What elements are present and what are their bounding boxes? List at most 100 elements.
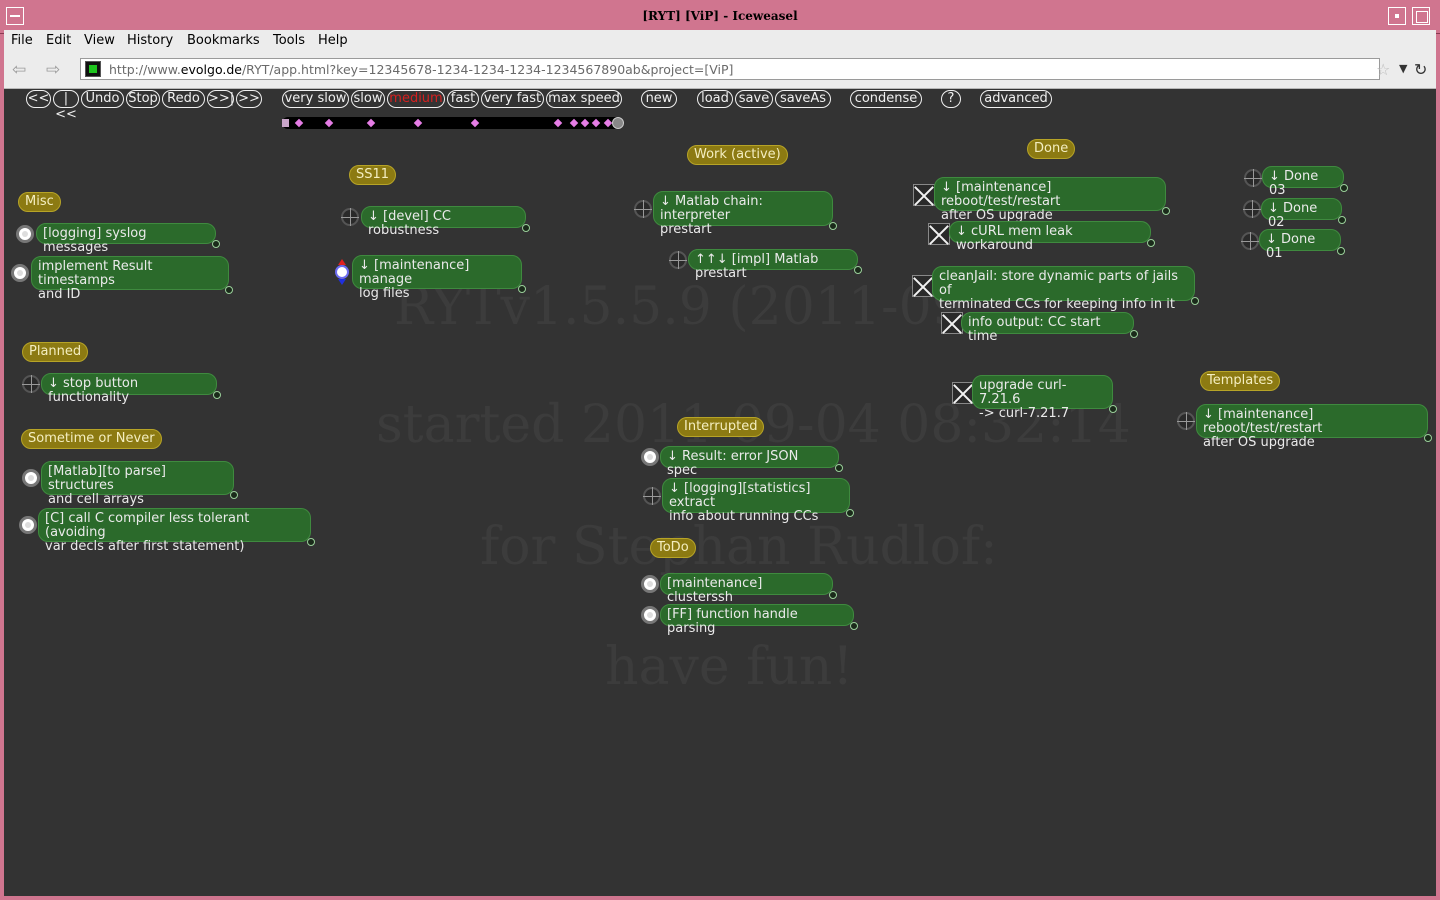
node-manage-log-files[interactable]: ↓ [maintenance] manage log files <box>352 255 526 301</box>
back-step-button[interactable]: |<< <box>53 90 79 122</box>
node-cleanjail[interactable]: cleanJail: store dynamic parts of jails … <box>932 266 1199 312</box>
node-handle[interactable] <box>225 286 233 294</box>
target-icon[interactable] <box>1243 200 1261 218</box>
menu-history[interactable]: History <box>127 33 173 48</box>
target-icon[interactable] <box>643 487 661 505</box>
node-handle[interactable] <box>829 222 837 230</box>
redo-button[interactable]: Redo <box>162 90 205 108</box>
node-cc-robustness[interactable]: ↓ [devel] CC robustness <box>361 206 530 238</box>
node-done-reboot-test[interactable]: ↓ [maintenance] reboot/test/restart afte… <box>934 177 1170 223</box>
node-info-output[interactable]: info output: CC start time <box>961 312 1138 344</box>
menu-edit[interactable]: Edit <box>46 33 71 48</box>
speed-slow-button[interactable]: slow <box>351 90 385 108</box>
target-icon[interactable] <box>22 375 40 393</box>
target-icon[interactable] <box>1177 412 1195 430</box>
state-open-icon[interactable] <box>641 448 659 466</box>
site-identity-icon[interactable] <box>85 61 101 77</box>
node-done-01[interactable]: ↓ Done 01 <box>1259 229 1345 261</box>
node-logging-statistics[interactable]: ↓ [logging][statistics] extract info abo… <box>662 478 854 524</box>
node-handle[interactable] <box>1340 184 1348 192</box>
node-clusterssh[interactable]: [maintenance] clusterssh <box>660 573 837 605</box>
node-done-02[interactable]: ↓ Done 02 <box>1261 198 1346 230</box>
node-handle[interactable] <box>835 464 843 472</box>
state-open-icon[interactable] <box>16 225 34 243</box>
url-text[interactable]: http://www.evolgo.de/RYT/app.html?key=12… <box>109 62 733 77</box>
menu-bookmarks[interactable]: Bookmarks <box>187 33 260 48</box>
group-interrupted[interactable]: Interrupted <box>677 417 765 437</box>
group-todo[interactable]: ToDo <box>650 538 696 558</box>
timeline-end-marker[interactable] <box>612 117 624 129</box>
target-icon[interactable] <box>669 251 687 269</box>
node-handle[interactable] <box>850 622 858 630</box>
target-icon[interactable] <box>341 208 359 226</box>
node-upgrade-curl[interactable]: upgrade curl-7.21.6 -> curl-7.21.7 <box>972 375 1117 421</box>
done-cross-icon[interactable] <box>913 184 935 206</box>
node-handle[interactable] <box>854 266 862 274</box>
node-function-handle[interactable]: [FF] function handle parsing <box>660 604 858 636</box>
node-done-03[interactable]: ↓ Done 03 <box>1262 166 1348 198</box>
node-matlab-chain[interactable]: ↓ Matlab chain: interpreter prestart <box>653 191 837 237</box>
condense-button[interactable]: condense <box>850 90 922 108</box>
node-handle[interactable] <box>1191 297 1199 305</box>
target-icon[interactable] <box>1244 169 1262 187</box>
url-dropdown-icon[interactable]: ▼ <box>1399 62 1407 75</box>
ryt-canvas[interactable]: << |<< Undo Stop Redo >>| >> very slow s… <box>4 89 1436 896</box>
group-done[interactable]: Done <box>1027 139 1076 159</box>
new-button[interactable]: new <box>641 90 677 108</box>
save-button[interactable]: save <box>735 90 773 108</box>
node-c-compiler[interactable]: [C] call C compiler less tolerant (avoid… <box>38 508 315 554</box>
url-bar[interactable]: http://www.evolgo.de/RYT/app.html?key=12… <box>80 58 1407 80</box>
node-result-json-spec[interactable]: ↓ Result: error JSON spec <box>660 446 843 478</box>
node-curl-mem-leak[interactable]: ↓ cURL mem leak workaround <box>949 221 1155 253</box>
window-minimize-button[interactable] <box>1388 7 1406 25</box>
target-icon[interactable] <box>1241 232 1259 250</box>
node-handle[interactable] <box>213 391 221 399</box>
node-handle[interactable] <box>1130 330 1138 338</box>
move-handle-icon[interactable] <box>332 259 352 285</box>
node-matlab-prestart[interactable]: ↑↑↓ [impl] Matlab prestart <box>688 249 862 281</box>
node-logging-syslog[interactable]: [logging] syslog messages <box>36 223 220 255</box>
forward-all-button[interactable]: >> <box>236 90 262 108</box>
node-handle[interactable] <box>1338 216 1346 224</box>
reload-icon[interactable]: ↻ <box>1414 60 1427 79</box>
state-open-icon[interactable] <box>22 469 40 487</box>
window-maximize-button[interactable] <box>1412 7 1430 25</box>
menu-file[interactable]: File <box>11 33 33 48</box>
node-template-reboot[interactable]: ↓ [maintenance] reboot/test/restart afte… <box>1196 404 1432 450</box>
done-cross-icon[interactable] <box>952 382 974 404</box>
done-cross-icon[interactable] <box>912 275 934 297</box>
node-stop-button[interactable]: ↓ stop button functionality <box>41 373 221 405</box>
speed-max-button[interactable]: max speed <box>546 90 622 108</box>
help-button[interactable]: ? <box>941 90 961 108</box>
done-cross-icon[interactable] <box>941 312 963 334</box>
group-planned[interactable]: Planned <box>22 342 89 362</box>
node-handle[interactable] <box>307 538 315 546</box>
forward-step-button[interactable]: >>| <box>207 90 234 108</box>
node-handle[interactable] <box>1109 405 1117 413</box>
menu-tools[interactable]: Tools <box>273 33 305 48</box>
bookmark-star-icon[interactable]: ☆ <box>1376 60 1390 79</box>
speed-medium-button[interactable]: medium <box>387 90 445 108</box>
state-open-icon[interactable] <box>11 264 29 282</box>
node-handle[interactable] <box>1162 207 1170 215</box>
save-as-button[interactable]: saveAs <box>775 90 831 108</box>
stop-button[interactable]: Stop <box>126 90 160 108</box>
done-cross-icon[interactable] <box>928 223 950 245</box>
forward-arrow-icon[interactable]: ⇨ <box>46 60 60 80</box>
state-open-icon[interactable] <box>19 516 37 534</box>
back-arrow-icon[interactable]: ⇦ <box>12 60 26 80</box>
speed-very-fast-button[interactable]: very fast <box>481 90 544 108</box>
group-misc[interactable]: Misc <box>18 192 61 212</box>
group-sometime-or-never[interactable]: Sometime or Never <box>21 429 162 449</box>
node-handle[interactable] <box>1424 434 1432 442</box>
group-work-active[interactable]: Work (active) <box>687 145 788 165</box>
state-open-icon[interactable] <box>641 575 659 593</box>
timeline-start-marker[interactable] <box>282 119 289 127</box>
menu-view[interactable]: View <box>84 33 115 48</box>
node-result-timestamps[interactable]: implement Result timestamps and ID <box>31 256 233 302</box>
node-handle[interactable] <box>230 491 238 499</box>
load-button[interactable]: load <box>697 90 733 108</box>
menu-help[interactable]: Help <box>318 33 348 48</box>
node-handle[interactable] <box>829 591 837 599</box>
node-handle[interactable] <box>1147 239 1155 247</box>
